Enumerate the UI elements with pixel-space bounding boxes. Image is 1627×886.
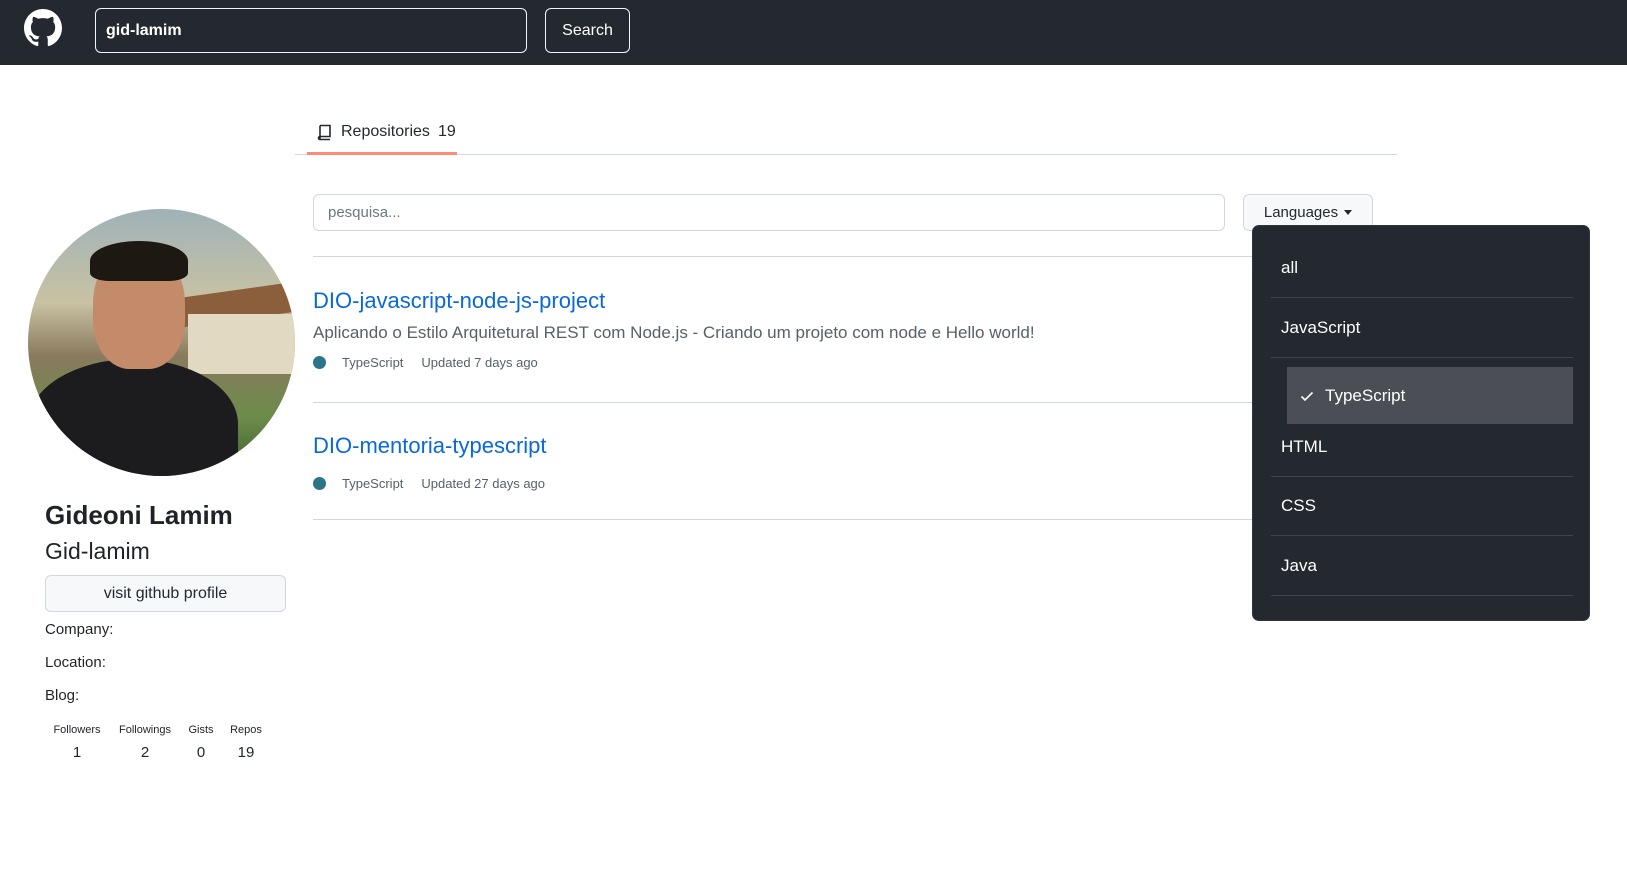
avatar (28, 209, 295, 476)
languages-dropdown-menu: all JavaScript TypeScript HTML CSS Java (1252, 225, 1590, 621)
language-color-dot (313, 356, 326, 369)
repo-language: TypeScript (342, 355, 404, 370)
dropdown-option-label: HTML (1281, 436, 1328, 456)
stat-followers: Followers 1 (45, 724, 109, 761)
repo-list: DIO-javascript-node-js-project Aplicando… (313, 256, 1253, 520)
stat-label: Repos (230, 724, 262, 736)
visit-profile-button[interactable]: visit github profile (45, 575, 286, 612)
stat-repos: Repos 19 (221, 724, 271, 761)
check-icon (1300, 391, 1314, 401)
dropdown-option-all[interactable]: all (1271, 238, 1573, 298)
repo-meta: TypeScript Updated 7 days ago (313, 355, 538, 370)
stat-label: Followings (119, 724, 171, 736)
stat-followings: Followings 2 (109, 724, 181, 761)
github-mark-icon[interactable] (24, 9, 62, 47)
dropdown-option-label: all (1281, 257, 1299, 277)
dropdown-option-label: TypeScript (1325, 385, 1406, 405)
stat-gists: Gists 0 (181, 724, 221, 761)
repo-book-icon (317, 124, 331, 141)
dropdown-option-label: CSS (1281, 495, 1316, 515)
repo-meta: TypeScript Updated 27 days ago (313, 476, 545, 491)
caret-down-icon (1344, 210, 1353, 215)
repo-item: DIO-javascript-node-js-project Aplicando… (313, 256, 1253, 402)
dropdown-option-label: Java (1281, 555, 1317, 575)
profile-login: Gid-lamim (45, 538, 150, 564)
company-label: Company: (45, 621, 114, 638)
repo-language: TypeScript (342, 476, 404, 491)
stat-value: 1 (72, 744, 82, 761)
dropdown-option-javascript[interactable]: JavaScript (1271, 298, 1573, 358)
stat-value: 2 (140, 744, 150, 761)
repo-item: DIO-mentoria-typescript TypeScript Updat… (313, 402, 1253, 520)
user-search-box (95, 8, 527, 53)
profile-stats: Followers 1 Followings 2 Gists 0 Repos 1… (45, 724, 271, 761)
repo-name-link[interactable]: DIO-javascript-node-js-project (313, 288, 605, 314)
stat-value: 0 (196, 744, 206, 761)
search-button[interactable]: Search (545, 8, 630, 53)
stat-label: Gists (188, 724, 214, 736)
repo-name-link[interactable]: DIO-mentoria-typescript (313, 433, 547, 459)
blog-label: Blog: (45, 687, 80, 704)
top-navbar: Search (0, 0, 1627, 65)
dropdown-option-java[interactable]: Java (1271, 536, 1573, 596)
stat-value: 19 (237, 744, 255, 761)
dropdown-option-label: JavaScript (1281, 317, 1361, 337)
location-label: Location: (45, 654, 106, 671)
languages-button-label: Languages (1263, 204, 1339, 221)
tab-bar: Repositories 19 (295, 112, 1397, 155)
repo-updated: Updated 7 days ago (421, 355, 538, 370)
dropdown-option-css[interactable]: CSS (1271, 476, 1573, 536)
user-search-input[interactable] (96, 9, 526, 52)
dropdown-option-html[interactable]: HTML (1271, 417, 1573, 477)
tab-repositories-count: 19 (437, 123, 456, 140)
language-color-dot (313, 477, 326, 490)
repo-search-input[interactable] (313, 194, 1225, 231)
profile-name: Gideoni Lamim (45, 500, 233, 530)
tab-repositories[interactable]: Repositories 19 (307, 112, 457, 155)
tab-repositories-label: Repositories (341, 123, 430, 140)
stat-label: Followers (53, 724, 101, 736)
repo-updated: Updated 27 days ago (421, 476, 546, 491)
repo-description: Aplicando o Estilo Arquitetural REST com… (313, 323, 1035, 342)
dropdown-option-typescript[interactable]: TypeScript (1287, 367, 1573, 424)
